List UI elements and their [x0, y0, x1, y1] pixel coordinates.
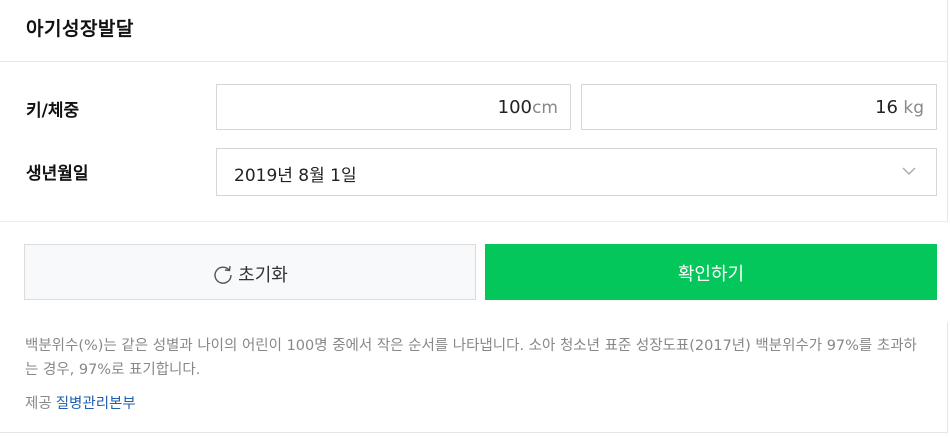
birthdate-value: 2019년 8월 1일: [234, 166, 357, 186]
title-bar: 아기성장발달: [0, 0, 948, 62]
source-link[interactable]: 질병관리본부: [56, 396, 136, 412]
birthdate-select[interactable]: 2019년 8월 1일: [216, 148, 937, 196]
height-value: 100: [497, 97, 532, 118]
reset-button[interactable]: 초기화: [24, 244, 476, 300]
percentile-description: 백분위수(%)는 같은 성별과 나이의 어린이 100명 중에서 작은 순서를 …: [25, 338, 917, 378]
height-weight-label: 키/체중: [26, 101, 80, 121]
info-note: 백분위수(%)는 같은 성별과 나이의 어린이 100명 중에서 작은 순서를 …: [0, 322, 948, 433]
reset-button-label: 초기화: [238, 265, 288, 286]
height-input[interactable]: 100 cm: [216, 84, 571, 130]
source-prefix: 제공: [25, 396, 52, 412]
confirm-button-label: 확인하기: [677, 264, 745, 285]
weight-unit: kg: [903, 98, 924, 118]
source-line: 제공 질병관리본부: [25, 392, 136, 413]
chevron-down-icon: [902, 167, 916, 175]
refresh-icon: [214, 265, 232, 284]
weight-value: 16: [875, 97, 898, 118]
growth-form: 키/체중 100 cm 16 kg 생년월일 2019년 8월 1일: [0, 62, 948, 222]
page-title: 아기성장발달: [26, 18, 134, 40]
height-unit: cm: [532, 98, 558, 118]
confirm-button[interactable]: 확인하기: [485, 244, 937, 300]
birthdate-label: 생년월일: [26, 164, 89, 184]
weight-input[interactable]: 16 kg: [581, 84, 937, 130]
